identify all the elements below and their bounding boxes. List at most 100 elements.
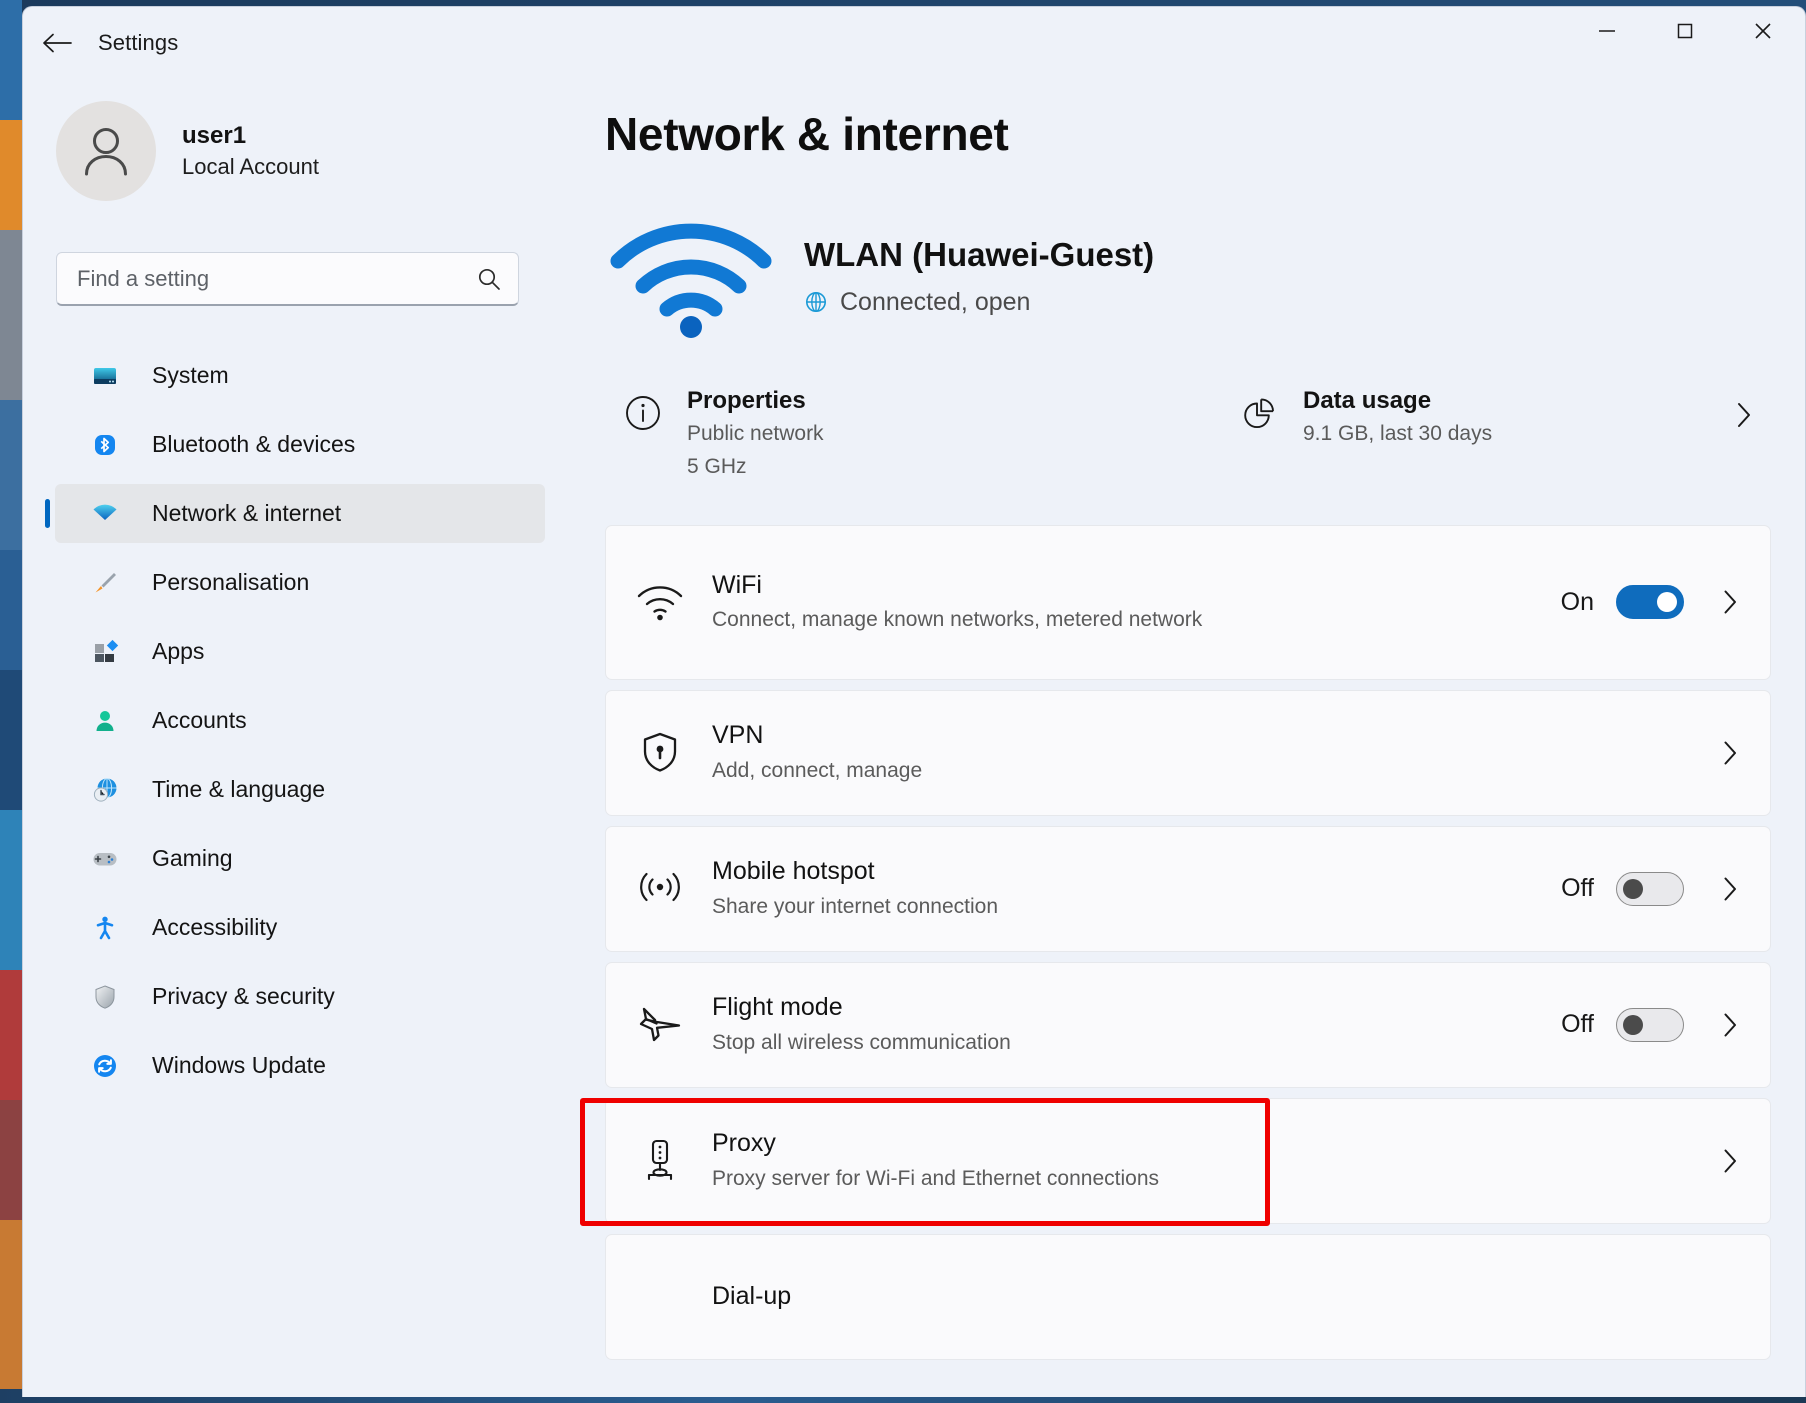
settings-window: Settings user1 Local Account Find a sett… [22, 6, 1806, 1397]
sidebar-item-privacy-security[interactable]: Privacy & security [55, 967, 545, 1026]
sidebar-item-apps[interactable]: Apps [55, 622, 545, 681]
wifi-signal-icon [607, 216, 775, 338]
update-icon [90, 1051, 120, 1081]
pie-chart-icon [1231, 386, 1287, 434]
chevron-right-icon [1712, 739, 1748, 767]
hotspot-icon [632, 867, 688, 911]
close-button[interactable] [1731, 7, 1795, 55]
card-subtitle: Share your internet connection [712, 894, 999, 918]
sidebar-item-label: Apps [152, 638, 205, 664]
search-box[interactable] [56, 252, 519, 306]
sidebar-item-label: Personalisation [152, 569, 310, 595]
sidebar-item-accounts[interactable]: Accounts [55, 691, 545, 750]
sidebar-item-label: Privacy & security [152, 983, 335, 1009]
accessibility-icon [90, 913, 120, 943]
monitor-icon [90, 361, 120, 391]
desktop-edge-stripe [0, 120, 22, 230]
sidebar-nav: System Bluetooth & devices Network & int… [23, 346, 563, 1095]
maximize-icon [1677, 23, 1693, 39]
proxy-server-icon [632, 1137, 688, 1185]
back-button[interactable] [33, 23, 81, 63]
main-content: Network & internet WLAN (Huawei-Guest) C… [563, 79, 1805, 1397]
account-name: user1 [182, 121, 247, 149]
back-arrow-icon [43, 33, 72, 53]
card-subtitle: Stop all wireless communication [712, 1030, 1011, 1054]
card-flight-mode[interactable]: Flight mode Stop all wireless communicat… [605, 961, 1771, 1088]
card-vpn[interactable]: VPN Add, connect, manage [605, 689, 1771, 816]
card-dial-up[interactable]: Dial-up [605, 1233, 1771, 1360]
network-name: WLAN (Huawei-Guest) [804, 236, 1155, 274]
network-summary-row: Properties Public network 5 GHz Data usa… [605, 380, 1771, 489]
globe-icon [804, 290, 828, 314]
sidebar-item-label: Windows Update [152, 1052, 326, 1078]
chevron-right-icon [1712, 1147, 1748, 1175]
search-icon [478, 268, 500, 290]
card-title: Proxy [712, 1129, 776, 1158]
sidebar-item-gaming[interactable]: Gaming [55, 829, 545, 888]
account-summary[interactable]: user1 Local Account [56, 101, 563, 201]
minimize-icon [1599, 30, 1615, 32]
properties-title: Properties [687, 387, 806, 414]
hotspot-state-label: Off [1561, 874, 1594, 903]
sidebar-item-label: Network & internet [152, 500, 342, 526]
hotspot-toggle[interactable] [1616, 871, 1684, 906]
window-title: Settings [98, 30, 179, 55]
desktop-edge-stripe [0, 230, 22, 400]
avatar [56, 101, 156, 201]
wifi-toggle[interactable] [1616, 585, 1684, 620]
current-network-summary: WLAN (Huawei-Guest) Connected, open [605, 216, 1771, 338]
card-proxy[interactable]: Proxy Proxy server for Wi-Fi and Etherne… [580, 1097, 1771, 1226]
desktop-edge-stripe [0, 970, 22, 1100]
shield-icon [90, 982, 120, 1012]
page-title: Network & internet [605, 108, 1009, 160]
sidebar-item-accessibility[interactable]: Accessibility [55, 898, 545, 957]
info-icon [615, 386, 671, 434]
desktop-edge-stripe [0, 670, 22, 810]
chevron-right-icon [1733, 386, 1767, 430]
desktop-edge-stripe [0, 1220, 22, 1403]
sidebar-item-personalisation[interactable]: Personalisation [55, 553, 545, 612]
card-subtitle: Proxy server for Wi-Fi and Ethernet conn… [712, 1166, 1160, 1190]
sidebar-item-windows-update[interactable]: Windows Update [55, 1036, 545, 1095]
card-wifi[interactable]: WiFi Connect, manage known networks, met… [605, 524, 1771, 680]
card-title: VPN [712, 721, 764, 750]
wifi-icon [90, 499, 120, 529]
sidebar-item-bluetooth-devices[interactable]: Bluetooth & devices [55, 415, 545, 474]
vpn-shield-icon [632, 730, 688, 776]
properties-network-type: Public network [687, 422, 824, 445]
airplane-icon [632, 1003, 688, 1047]
paintbrush-icon [90, 568, 120, 598]
flight-mode-state-label: Off [1561, 1010, 1594, 1039]
sidebar-item-system[interactable]: System [55, 346, 545, 405]
network-status: Connected, open [804, 288, 1154, 317]
toggle-knob [1657, 592, 1677, 613]
search-input[interactable] [77, 265, 476, 292]
maximize-button[interactable] [1653, 7, 1717, 55]
card-title: Dial-up [712, 1282, 792, 1311]
sidebar-item-time-language[interactable]: Time & language [55, 760, 545, 819]
sidebar-item-network-internet[interactable]: Network & internet [45, 484, 545, 543]
apps-icon [90, 637, 120, 667]
card-title: WiFi [712, 570, 762, 599]
settings-card-list: WiFi Connect, manage known networks, met… [580, 524, 1771, 1360]
minimize-button[interactable] [1575, 7, 1639, 55]
desktop-edge-stripe [0, 400, 22, 550]
properties-entry[interactable]: Properties Public network 5 GHz [605, 380, 1225, 489]
data-usage-amount: 9.1 GB, last 30 days [1303, 422, 1493, 445]
account-type: Local Account [182, 153, 319, 179]
card-mobile-hotspot[interactable]: Mobile hotspot Share your internet conne… [605, 825, 1771, 952]
person-avatar-icon [85, 128, 127, 176]
toggle-knob [1623, 878, 1643, 899]
sidebar: user1 Local Account Find a setting Syste… [23, 79, 563, 1397]
bluetooth-icon [90, 430, 120, 460]
sidebar-item-label: Accessibility [152, 914, 278, 940]
sidebar-item-label: Accounts [152, 707, 247, 733]
data-usage-entry[interactable]: Data usage 9.1 GB, last 30 days [1225, 380, 1771, 489]
desktop-edge-stripe [0, 0, 22, 120]
desktop-edge-stripe [0, 550, 22, 670]
sidebar-item-label: Bluetooth & devices [152, 431, 356, 457]
chevron-right-icon [1712, 1011, 1748, 1039]
network-status-label: Connected, open [840, 287, 1031, 316]
flight-mode-toggle[interactable] [1616, 1007, 1684, 1042]
wifi-small-icon [632, 581, 688, 623]
